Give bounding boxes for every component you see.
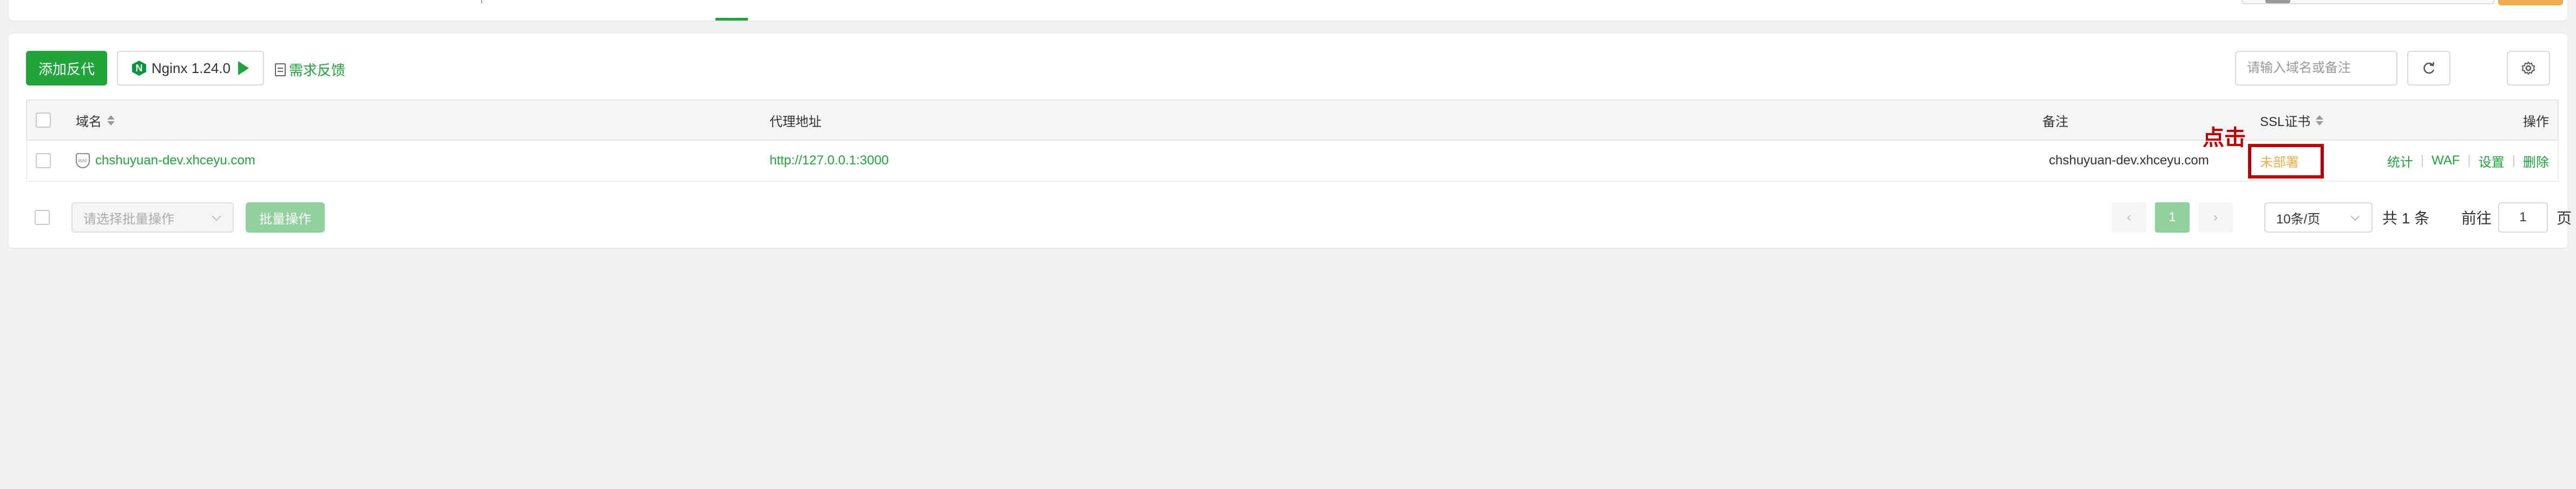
table-footer: 请选择批量操作 批量操作 ‹ 1 › 10条/页 共 1 条 前往 1 页 [26, 196, 2572, 239]
header-domain-label: 域名 [76, 114, 102, 129]
sort-icon [2316, 115, 2324, 125]
domain-link[interactable]: chshuyuan-dev.xhceyu.com [95, 153, 255, 168]
play-icon [238, 61, 249, 75]
nginx-version-button[interactable]: N Nginx 1.24.0 [117, 51, 264, 85]
select-all-checkbox[interactable] [36, 113, 51, 128]
search-box [2235, 51, 2397, 85]
table-row: WAF chshuyuan-dev.xhceyu.com http://127.… [26, 141, 2559, 182]
page-suffix: 页 [2557, 210, 2572, 227]
next-page-button[interactable]: › [2198, 202, 2233, 233]
settings-button[interactable] [2507, 51, 2550, 85]
feedback-doc-icon [275, 63, 286, 76]
batch-select-placeholder: 请选择批量操作 [83, 212, 174, 227]
feedback-link[interactable]: 需求反馈 [275, 60, 345, 80]
stats-action-link[interactable]: 统计 [2387, 151, 2413, 170]
page-size-label: 10条/页 [2276, 212, 2321, 227]
header-actions: 操作 [2523, 114, 2549, 129]
chevron-down-icon [2350, 212, 2360, 221]
header-ssl-label: SSL证书 [2260, 114, 2311, 129]
nginx-logo-icon: N [132, 61, 146, 76]
main-card: 添加反代 N Nginx 1.24.0 需求反馈 域名 代理地址 备注 [9, 34, 2572, 248]
page-1-button[interactable]: 1 [2155, 202, 2190, 233]
goto-label: 前往 [2461, 210, 2492, 227]
header-divider [481, 0, 482, 3]
row-checkbox-cell [36, 141, 51, 181]
settings-action-link[interactable]: 设置 [2479, 151, 2505, 170]
footer-select-all-checkbox[interactable] [35, 210, 50, 225]
prev-page-button[interactable]: ‹ [2112, 202, 2146, 233]
annotation-label: 点击 [2203, 126, 2246, 150]
sort-icon [107, 115, 115, 125]
header-proxy-address: 代理地址 [770, 114, 822, 129]
table-header: 域名 代理地址 备注 SSL证书 操作 [26, 100, 2559, 141]
feedback-label: 需求反馈 [289, 62, 346, 78]
action-divider: | [2420, 153, 2424, 168]
batch-operation-button[interactable]: 批量操作 [246, 202, 325, 233]
proxy-table: 域名 代理地址 备注 SSL证书 操作 WAF chshuyuan-dev.xh… [26, 100, 2559, 182]
waf-action-link[interactable]: WAF [2432, 153, 2460, 168]
nginx-version-label: Nginx 1.24.0 [152, 60, 231, 76]
delete-action-link[interactable]: 删除 [2523, 151, 2549, 170]
row-actions: 统计 | WAF | 设置 | 删除 [2387, 141, 2549, 181]
annotation-highlight-box [2248, 144, 2324, 179]
action-divider: | [2467, 153, 2471, 168]
search-input[interactable] [2236, 52, 2396, 84]
active-tab-indicator [715, 18, 748, 21]
action-divider: | [2512, 153, 2515, 168]
waf-shield-icon: WAF [76, 153, 90, 168]
chevron-down-icon [212, 212, 221, 221]
goto-page-input[interactable]: 1 [2498, 202, 2548, 233]
batch-operation-select[interactable]: 请选择批量操作 [71, 202, 234, 233]
header-domain[interactable]: 域名 [76, 101, 115, 140]
domain-cell: WAF chshuyuan-dev.xhceyu.com [76, 141, 255, 181]
header-input-segment [2265, 0, 2290, 3]
row-checkbox[interactable] [36, 153, 51, 168]
header-action-button[interactable] [2498, 0, 2563, 5]
remark-value[interactable]: chshuyuan-dev.xhceyu.com [2049, 141, 2209, 181]
header-ssl[interactable]: SSL证书 [2260, 101, 2324, 140]
proxy-address-link[interactable]: http://127.0.0.1:3000 [770, 141, 889, 181]
total-count: 共 1 条 [2382, 210, 2430, 227]
refresh-icon [2423, 62, 2435, 74]
top-header-card [9, 0, 2567, 21]
add-proxy-button[interactable]: 添加反代 [26, 51, 107, 85]
header-remark: 备注 [2042, 114, 2068, 129]
gear-icon [2521, 61, 2535, 75]
refresh-button[interactable] [2407, 51, 2450, 85]
header-checkbox-cell [36, 101, 51, 140]
page-size-select[interactable]: 10条/页 [2264, 202, 2373, 233]
